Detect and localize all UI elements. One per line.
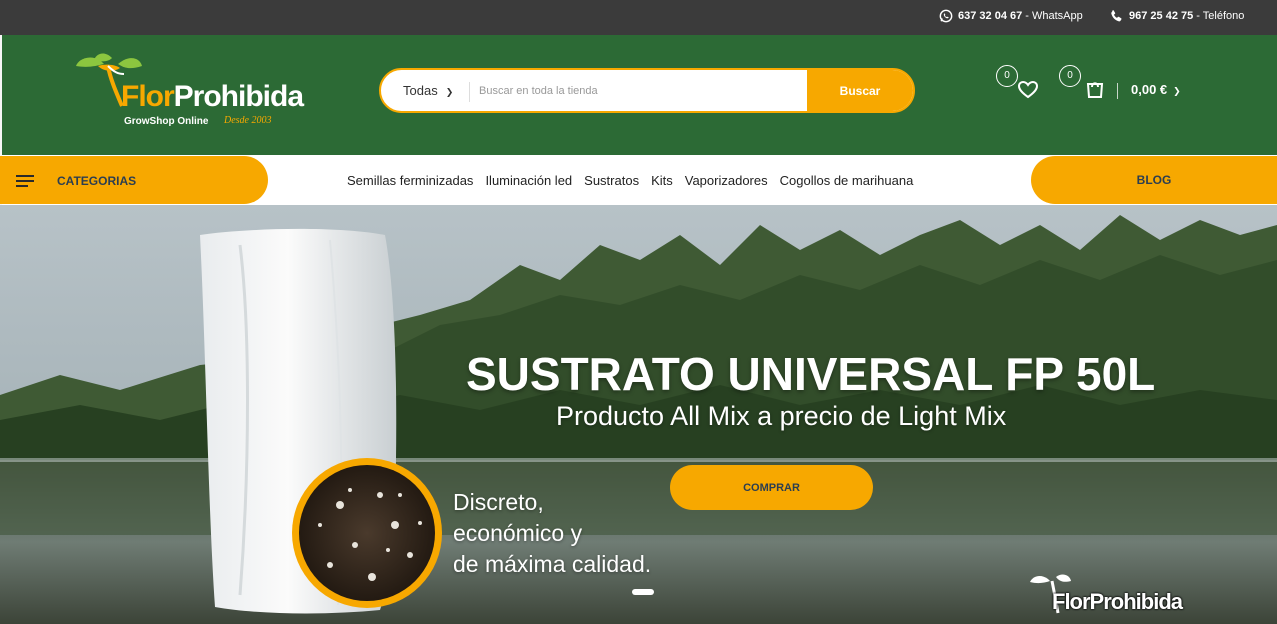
logo-part-prohibida: Prohibida bbox=[173, 80, 304, 113]
cart-divider bbox=[1117, 83, 1118, 99]
watermark-text: FlorProhibida bbox=[1052, 589, 1183, 614]
categories-label: CATEGORIAS bbox=[57, 174, 137, 188]
search-bar: Todas ❯ Buscar bbox=[379, 68, 915, 113]
whatsapp-number: 637 32 04 67 bbox=[958, 10, 1023, 22]
chevron-down-icon: ❯ bbox=[1173, 86, 1181, 96]
nav-link-iluminacion[interactable]: Iluminación led bbox=[485, 173, 572, 188]
search-button[interactable]: Buscar bbox=[807, 70, 913, 111]
logo-part-flor: Flor bbox=[121, 80, 175, 113]
cart-total[interactable]: 0,00 € ❯ bbox=[1131, 82, 1181, 97]
whatsapp-icon bbox=[939, 9, 953, 23]
search-category-select[interactable]: Todas ❯ bbox=[403, 83, 453, 98]
top-bar: 637 32 04 67 - WhatsApp 967 25 42 75 - T… bbox=[0, 0, 1277, 35]
phone-label: - Teléfono bbox=[1193, 10, 1245, 22]
wishlist-count-badge: 0 bbox=[996, 65, 1018, 87]
page: 637 32 04 67 - WhatsApp 967 25 42 75 - T… bbox=[0, 0, 1277, 624]
search-category-value: Todas bbox=[403, 83, 438, 98]
hero-subtitle: Producto All Mix a precio de Light Mix bbox=[556, 401, 1007, 431]
hero-description-line: Discreto, bbox=[453, 489, 544, 515]
cart-icon bbox=[1086, 82, 1104, 98]
chevron-down-icon: ❯ bbox=[445, 87, 454, 97]
nav-link-semillas[interactable]: Semillas ferminizadas bbox=[347, 173, 473, 188]
nav-link-cogollos[interactable]: Cogollos de marihuana bbox=[780, 173, 914, 188]
logo-since: Desde 2003 bbox=[224, 115, 272, 126]
nav-link-vaporizadores[interactable]: Vaporizadores bbox=[685, 173, 768, 188]
logo-text: FlorProhibida bbox=[121, 80, 304, 114]
logo-tagline: GrowShop Online bbox=[124, 116, 209, 127]
slider-dot-active[interactable] bbox=[632, 589, 654, 595]
blog-label: BLOG bbox=[1136, 173, 1172, 187]
hero-description-line: de máxima calidad. bbox=[453, 551, 652, 577]
buy-button[interactable]: COMPRAR bbox=[670, 465, 873, 510]
whatsapp-label: - WhatsApp bbox=[1022, 10, 1083, 22]
phone-contact[interactable]: 967 25 42 75 - Teléfono bbox=[1110, 9, 1244, 23]
whatsapp-contact[interactable]: 637 32 04 67 - WhatsApp bbox=[939, 9, 1083, 23]
hero-title: SUSTRATO UNIVERSAL FP 50L bbox=[466, 348, 1156, 400]
nav-link-sustratos[interactable]: Sustratos bbox=[584, 173, 639, 188]
cart-total-value: 0,00 € bbox=[1131, 82, 1168, 97]
hero-banner[interactable]: SUSTRATO UNIVERSAL FP 50L Producto All M… bbox=[0, 205, 1277, 624]
categories-button[interactable]: CATEGORIAS bbox=[0, 156, 268, 204]
search-divider bbox=[469, 82, 470, 102]
nav-links: Semillas ferminizadas Iluminación led Su… bbox=[347, 173, 913, 188]
phone-number: 967 25 42 75 bbox=[1129, 10, 1194, 22]
search-input[interactable] bbox=[479, 78, 799, 104]
nav-link-kits[interactable]: Kits bbox=[651, 173, 673, 188]
hero-description: Discreto, económico y de máxima calidad. bbox=[453, 487, 651, 580]
blog-button[interactable]: BLOG bbox=[1031, 156, 1277, 204]
hero-description-line: económico y bbox=[453, 520, 583, 546]
hamburger-icon bbox=[16, 175, 34, 187]
phone-icon bbox=[1111, 10, 1122, 22]
heart-icon bbox=[1017, 80, 1039, 99]
cart-count-badge: 0 bbox=[1059, 65, 1081, 87]
